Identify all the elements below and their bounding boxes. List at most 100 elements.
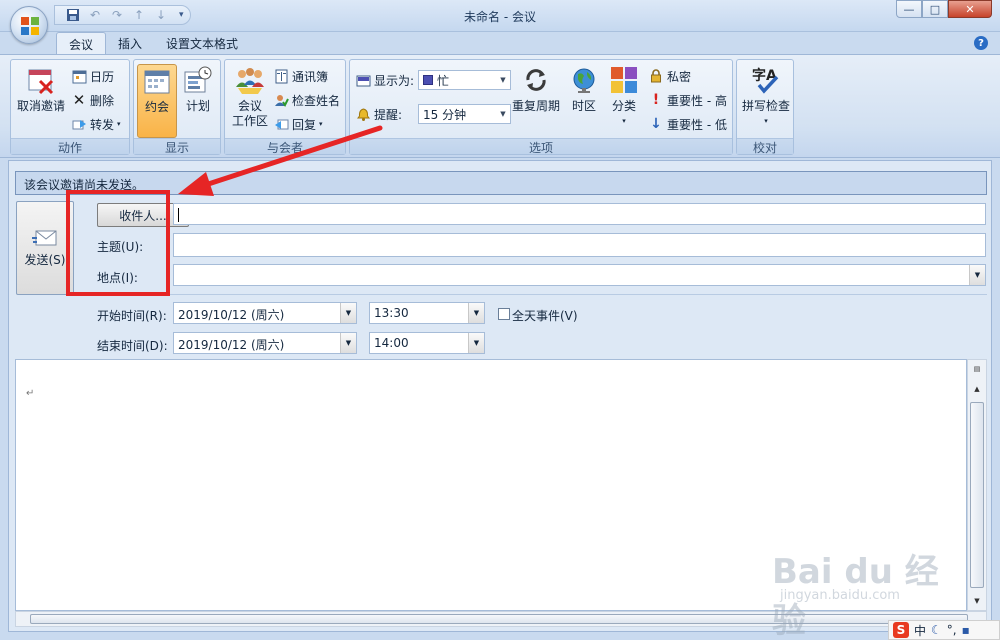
previous-icon[interactable]: ↑ [131,7,147,23]
time-zones-button[interactable]: 时区 [564,64,604,138]
high-importance-button[interactable]: ! 重要性 - 高 [648,90,727,110]
all-day-label: 全天事件(V) [512,309,578,323]
categorize-label: 分类 [611,99,636,113]
location-field[interactable]: ▼ [173,264,986,286]
exclamation-icon: ! [652,92,660,108]
meeting-workspace-label-1: 会议 [237,99,262,113]
cancel-invitation-icon [25,64,57,96]
chevron-down-icon: ▾ [319,120,323,128]
all-day-checkbox[interactable] [498,308,510,320]
show-as-select[interactable]: 忙 ▼ [418,70,511,90]
tab-format-text[interactable]: 设置文本格式 [154,32,250,54]
meeting-form: 该会议邀请尚未发送。 发送(S) 收件人... 主题(U): 地点(I): ▼ … [8,160,992,632]
message-body[interactable]: ↵ [15,359,967,611]
group-label-options: 选项 [350,138,732,155]
meeting-workspace-button[interactable]: 会议 工作区 [228,64,272,138]
moon-icon[interactable]: ☾ [931,623,942,637]
reply-icon [273,116,289,132]
spelling-label: 拼写检查 [741,99,790,113]
scroll-thumb[interactable] [970,402,984,588]
ime-toolbar[interactable]: S 中 ☾ °, ▪ [888,620,1000,640]
horizontal-scrollbar[interactable] [15,611,987,627]
redo-icon[interactable]: ↷ [109,7,125,23]
recurrence-label: 重复周期 [511,99,560,113]
group-label-actions: 动作 [11,138,129,155]
end-time-select[interactable]: 14:00 ▼ [369,332,485,354]
chevron-down-icon: ▾ [764,117,768,125]
title-bar: ↶ ↷ ↑ ↓ ▾ 未命名 - 会议 — □ ✕ [0,0,1000,32]
show-as-icon [355,72,371,88]
private-button[interactable]: 私密 [648,66,691,86]
end-time-label: 结束时间(D): [97,339,168,353]
appointment-icon [141,65,173,97]
separator [81,294,987,295]
scroll-down-icon[interactable]: ▼ [970,594,984,608]
tab-meeting[interactable]: 会议 [56,32,107,54]
send-button[interactable]: 发送(S) [16,201,74,295]
appointment-label: 约会 [144,100,169,114]
punctuation-icon[interactable]: °, [947,623,957,637]
reminder-select[interactable]: 15 分钟 ▼ [418,104,511,124]
time-zones-label: 时区 [571,99,596,113]
calendar-button[interactable]: 日历 [71,66,114,86]
subject-field[interactable] [173,233,986,257]
low-importance-button[interactable]: ↓ 重要性 - 低 [648,114,727,134]
group-options: 显示为: 忙 ▼ 提醒: 15 分钟 ▼ 重复周期 时区 分类 ▾ 私密 ! 重… [349,59,733,155]
ime-language[interactable]: 中 [914,622,926,639]
customize-qat-icon[interactable]: ▾ [179,10,184,20]
lock-icon [648,68,664,84]
categorize-button[interactable]: 分类 ▾ [604,64,644,138]
office-button[interactable] [10,6,48,44]
scroll-up-icon[interactable]: ▲ [970,382,984,396]
spelling-icon: 字A [750,64,782,96]
scheduling-label: 计划 [185,99,210,113]
chevron-down-icon: ▼ [500,110,506,118]
tab-insert[interactable]: 插入 [106,32,154,54]
end-date-picker[interactable]: 2019/10/12 (周六) ▼ [173,332,357,354]
address-book-button[interactable]: 通讯簿 [273,66,328,86]
globe-icon [568,64,600,96]
location-label: 地点(I): [97,271,138,285]
save-icon[interactable] [65,7,81,23]
start-date-picker[interactable]: 2019/10/12 (周六) ▼ [173,302,357,324]
minimize-button[interactable]: — [896,0,922,18]
chevron-down-icon[interactable]: ▼ [468,333,484,353]
arrow-down-icon: ↓ [650,116,662,132]
scheduling-button[interactable]: 计划 [178,64,218,138]
send-label: 发送(S) [24,252,66,267]
scroll-thumb-horizontal[interactable] [30,614,968,624]
forward-button[interactable]: 转发 ▾ [71,114,121,134]
check-names-button[interactable]: 检查姓名 [273,90,340,110]
chevron-down-icon[interactable]: ▼ [969,265,985,285]
categorize-icon [608,64,640,96]
window-controls: — □ ✕ [896,0,992,18]
recurrence-button[interactable]: 重复周期 [510,64,562,138]
appointment-button[interactable]: 约会 [137,64,177,138]
meeting-workspace-icon [234,64,266,96]
undo-icon[interactable]: ↶ [87,7,103,23]
reminder-bell-icon [355,106,371,122]
chevron-down-icon: ▼ [500,76,506,84]
chevron-down-icon[interactable]: ▼ [468,303,484,323]
ribbon-tabs: 会议 插入 设置文本格式 [56,32,250,54]
paragraph-mark: ↵ [26,388,35,399]
reply-button[interactable]: 回复 ▾ [273,114,323,134]
next-icon[interactable]: ↓ [153,7,169,23]
spelling-button[interactable]: 字A 拼写检查 ▾ [740,64,792,138]
start-time-select[interactable]: 13:30 ▼ [369,302,485,324]
cancel-invitation-button[interactable]: 取消邀请 [13,64,69,138]
help-icon[interactable]: ? [974,36,988,50]
delete-button[interactable]: ✕ 删除 [71,90,114,110]
vertical-scrollbar[interactable]: ▤ ▲ ▼ [967,359,987,611]
ruler-toggle-icon[interactable]: ▤ [970,362,984,376]
chevron-down-icon[interactable]: ▼ [340,303,356,323]
close-button[interactable]: ✕ [948,0,992,18]
to-field[interactable] [173,203,986,225]
maximize-button[interactable]: □ [922,0,948,18]
chevron-down-icon: ▾ [117,120,121,128]
address-book-icon [273,68,289,84]
chevron-down-icon[interactable]: ▼ [340,333,356,353]
delete-icon: ✕ [72,91,86,109]
ime-settings-icon[interactable]: ▪ [962,623,970,637]
show-as-label: 显示为: [355,70,414,90]
